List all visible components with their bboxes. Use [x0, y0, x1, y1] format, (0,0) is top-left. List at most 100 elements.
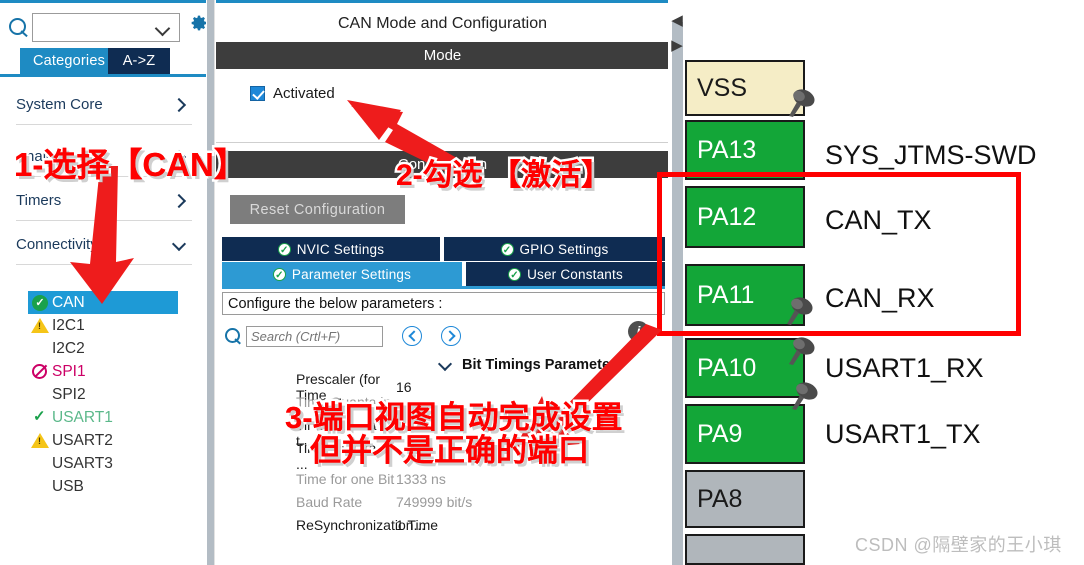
annotation-step-3-line2-fill: 但并不是正确的端口: [310, 433, 589, 468]
annotation-arrow-can: [70, 166, 134, 304]
app-window: Categories A->Z System Core Analog Timer…: [0, 0, 1084, 565]
collapse-panel-arrows[interactable]: ◀ ▶: [669, 8, 685, 60]
warning-icon: [30, 431, 52, 451]
parameter-name: ReSynchronization...: [296, 516, 426, 533]
parameter-name: Time for one Bit: [296, 470, 395, 487]
reset-configuration-button[interactable]: Reset Configuration: [230, 195, 405, 224]
ok-icon: ✓: [277, 242, 291, 256]
search-icon[interactable]: [4, 14, 30, 40]
no-icon: [30, 339, 52, 359]
peripheral-list: ✓ CAN I2C1 I2C2 SPI1 SPI2 ✓ USART1: [28, 291, 180, 498]
peripheral-search-combo[interactable]: [32, 12, 180, 42]
sidebar-category-system-core[interactable]: System Core: [16, 85, 192, 125]
table-row[interactable]: Time for one Bit 1333 ns: [216, 467, 669, 490]
settings-tabbar-row1: ✓ NVIC Settings ✓ GPIO Settings: [222, 237, 665, 261]
pin-name: PA10: [697, 353, 757, 382]
search-icon[interactable]: [222, 325, 246, 347]
sidebar-item-usb[interactable]: USB: [28, 475, 180, 498]
peripheral-label: USART3: [52, 454, 113, 472]
tab-gpio-settings-label: GPIO Settings: [519, 241, 609, 257]
tab-categories-label: Categories: [32, 53, 106, 69]
mode-section-header: Mode: [216, 42, 669, 69]
no-icon: [30, 477, 52, 497]
warning-icon: [30, 316, 52, 336]
tab-nvic-settings[interactable]: ✓ NVIC Settings: [222, 237, 440, 261]
sidebar-item-i2c2[interactable]: I2C2: [28, 337, 180, 360]
configure-parameters-bar: Configure the below parameters :: [222, 292, 665, 315]
tab-user-constants-label: User Constants: [527, 266, 623, 282]
pin-signal-pa10: USART1_RX: [825, 353, 984, 383]
tab-a-to-z[interactable]: A->Z: [108, 48, 170, 74]
ok-circle-icon: ✓: [30, 293, 52, 313]
parameter-value: 749999 bit/s: [396, 493, 473, 510]
prev-circle-icon[interactable]: [402, 326, 422, 346]
reset-configuration-label: Reset Configuration: [249, 201, 386, 218]
deny-icon: [30, 362, 52, 382]
sidebar-item-usart1[interactable]: ✓ USART1: [28, 406, 180, 429]
peripheral-label: I2C1: [52, 316, 85, 334]
tab-a-to-z-label: A->Z: [122, 53, 156, 69]
next-circle-icon[interactable]: [441, 326, 461, 346]
peripheral-label: I2C2: [52, 339, 85, 357]
peripheral-label: SPI2: [52, 385, 86, 403]
pin-name: PA13: [697, 135, 757, 164]
annotation-highlight-box: [657, 172, 1021, 336]
tab-parameter-settings-label: Parameter Settings: [291, 266, 412, 282]
configure-parameters-label: Configure the below parameters :: [228, 295, 443, 312]
check-icon: ✓: [33, 407, 46, 425]
chevron-right-icon: [172, 194, 186, 208]
peripheral-label: USART1: [52, 408, 113, 426]
chevron-down-icon[interactable]: [157, 23, 168, 34]
search-input[interactable]: [37, 13, 155, 40]
pin-box-pa8[interactable]: PA8: [685, 470, 805, 528]
activated-label: Activated: [273, 85, 335, 102]
no-icon: [30, 454, 52, 474]
chevron-right-icon: [172, 98, 186, 112]
table-row[interactable]: ReSynchronization... 1 Time: [216, 513, 669, 536]
sidebar-item-usart2[interactable]: USART2: [28, 429, 180, 452]
sidebar-item-spi2[interactable]: SPI2: [28, 383, 180, 406]
watermark: CSDN @隔壁家的王小琪: [855, 535, 1062, 555]
category-label: System Core: [16, 96, 103, 113]
no-icon: [30, 385, 52, 405]
page-title: CAN Mode and Configuration: [216, 7, 669, 41]
pin-box-vss[interactable]: VSS: [685, 60, 805, 116]
panel-splitter[interactable]: [206, 0, 215, 565]
parameter-value: 1333 ns: [396, 470, 446, 487]
sidebar-item-i2c1[interactable]: I2C1: [28, 314, 180, 337]
pin-name: PA8: [697, 484, 743, 513]
parameter-search-input[interactable]: [246, 325, 383, 347]
table-row[interactable]: Baud Rate 749999 bit/s: [216, 490, 669, 513]
chevron-down-icon: [172, 238, 186, 252]
settings-tabbar-row2: ✓ Parameter Settings ✓ User Constants: [222, 262, 665, 286]
sidebar-tabs-underline: [0, 74, 206, 77]
sidebar-item-spi1[interactable]: SPI1: [28, 360, 180, 383]
pin-box-pa9[interactable]: PA9: [685, 404, 805, 464]
pin-signal-pa9: USART1_TX: [825, 419, 981, 449]
parameter-name: Baud Rate: [296, 493, 363, 510]
activated-checkbox-row[interactable]: Activated: [250, 85, 335, 102]
activated-checkbox[interactable]: [250, 86, 265, 101]
tab-gpio-settings[interactable]: ✓ GPIO Settings: [444, 237, 665, 261]
annotation-step-1-fill: 1-选择【CAN】: [14, 146, 247, 183]
tab-categories[interactable]: Categories: [20, 48, 118, 74]
pin-box-pa10[interactable]: PA10: [685, 338, 805, 398]
peripheral-label: SPI1: [52, 362, 86, 380]
pin-name: PA9: [697, 419, 743, 448]
peripheral-label: USB: [52, 477, 84, 495]
chevron-down-icon: [438, 358, 452, 372]
peripheral-label: USART2: [52, 431, 113, 449]
pin-box-next[interactable]: [685, 534, 805, 565]
ok-icon: ✓: [500, 242, 514, 256]
sidebar-search-row: [0, 8, 206, 46]
tab-nvic-settings-label: NVIC Settings: [296, 241, 385, 257]
ok-icon: ✓: [508, 267, 522, 281]
tab-user-constants[interactable]: ✓ User Constants: [466, 262, 665, 286]
pin-box-pa13[interactable]: PA13: [685, 120, 805, 180]
settings-tabbar-underline: [222, 286, 665, 289]
pin-signal-pa13: SYS_JTMS-SWD: [825, 140, 1037, 170]
ok-icon: ✓: [272, 267, 286, 281]
parameter-value: 1 Time: [396, 516, 439, 533]
sidebar-item-usart3[interactable]: USART3: [28, 452, 180, 475]
tab-parameter-settings[interactable]: ✓ Parameter Settings: [222, 262, 462, 286]
